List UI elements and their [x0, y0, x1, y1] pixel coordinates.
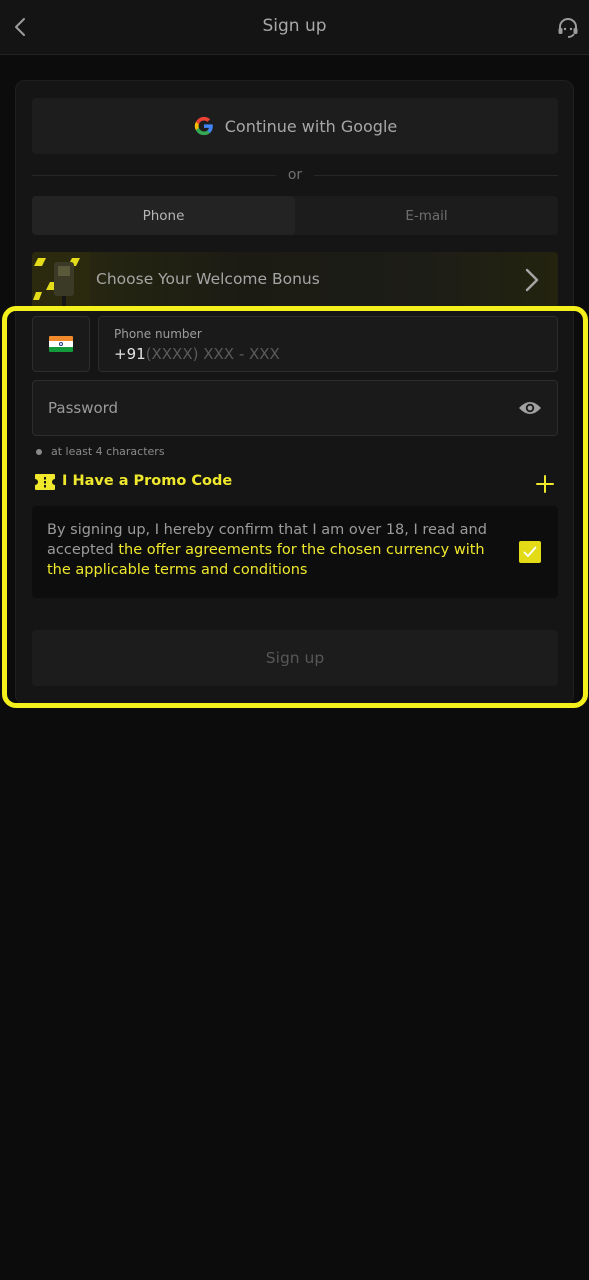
country-code-selector[interactable] [32, 316, 90, 372]
chevron-right-icon [525, 268, 539, 292]
ticket-icon [35, 474, 55, 490]
consent-checkbox[interactable] [519, 541, 541, 563]
add-promo-code-button[interactable] [534, 473, 556, 495]
bonus-open-button[interactable] [520, 267, 544, 293]
page-title: Sign up [262, 16, 327, 36]
phone-placeholder: (XXXX) XXX - XXX [145, 345, 280, 363]
welcome-bonus-selector[interactable]: Choose Your Welcome Bonus [32, 252, 558, 308]
phone-prefix: +91 [114, 345, 146, 363]
eye-icon [519, 402, 541, 414]
support-button[interactable] [555, 14, 581, 42]
password-field[interactable]: Password [32, 380, 558, 436]
or-label: or [287, 167, 303, 183]
hint-text: at least 4 characters [51, 445, 165, 458]
or-divider: or [32, 166, 559, 184]
promo-code-label: I Have a Promo Code [62, 473, 233, 489]
google-icon [194, 116, 213, 136]
plus-icon [536, 475, 554, 493]
password-placeholder: Password [48, 399, 119, 417]
phone-number-input[interactable]: +91(XXXX) XXX - XXX [114, 345, 280, 363]
divider-line-right [314, 174, 559, 176]
signup-method-tabs: Phone E-mail [32, 196, 558, 235]
bonus-label: Choose Your Welcome Bonus [96, 270, 320, 288]
phone-number-field[interactable]: Phone number +91(XXXX) XXX - XXX [98, 316, 558, 372]
google-button-label: Continue with Google [224, 116, 398, 136]
hint-bullet [36, 448, 42, 455]
consent-text: By signing up, I hereby confirm that I a… [47, 520, 497, 580]
google-signin-button[interactable]: Continue with Google [32, 98, 558, 154]
top-bar: Sign up [0, 0, 589, 55]
tab-phone[interactable]: Phone [32, 196, 295, 235]
toggle-password-visibility-button[interactable] [517, 397, 543, 419]
india-flag-icon [49, 336, 73, 352]
tab-email[interactable]: E-mail [295, 196, 558, 235]
bonus-banner-art [32, 252, 90, 308]
divider-line-left [32, 174, 276, 176]
checkmark-icon [523, 546, 537, 557]
signup-submit-button[interactable]: Sign up [32, 630, 558, 686]
phone-number-label: Phone number [114, 327, 202, 341]
promo-code-toggle[interactable]: I Have a Promo Code [32, 470, 558, 496]
terms-consent-box: By signing up, I hereby confirm that I a… [32, 506, 558, 598]
headset-icon [558, 18, 578, 38]
password-hint: at least 4 characters [36, 445, 165, 458]
